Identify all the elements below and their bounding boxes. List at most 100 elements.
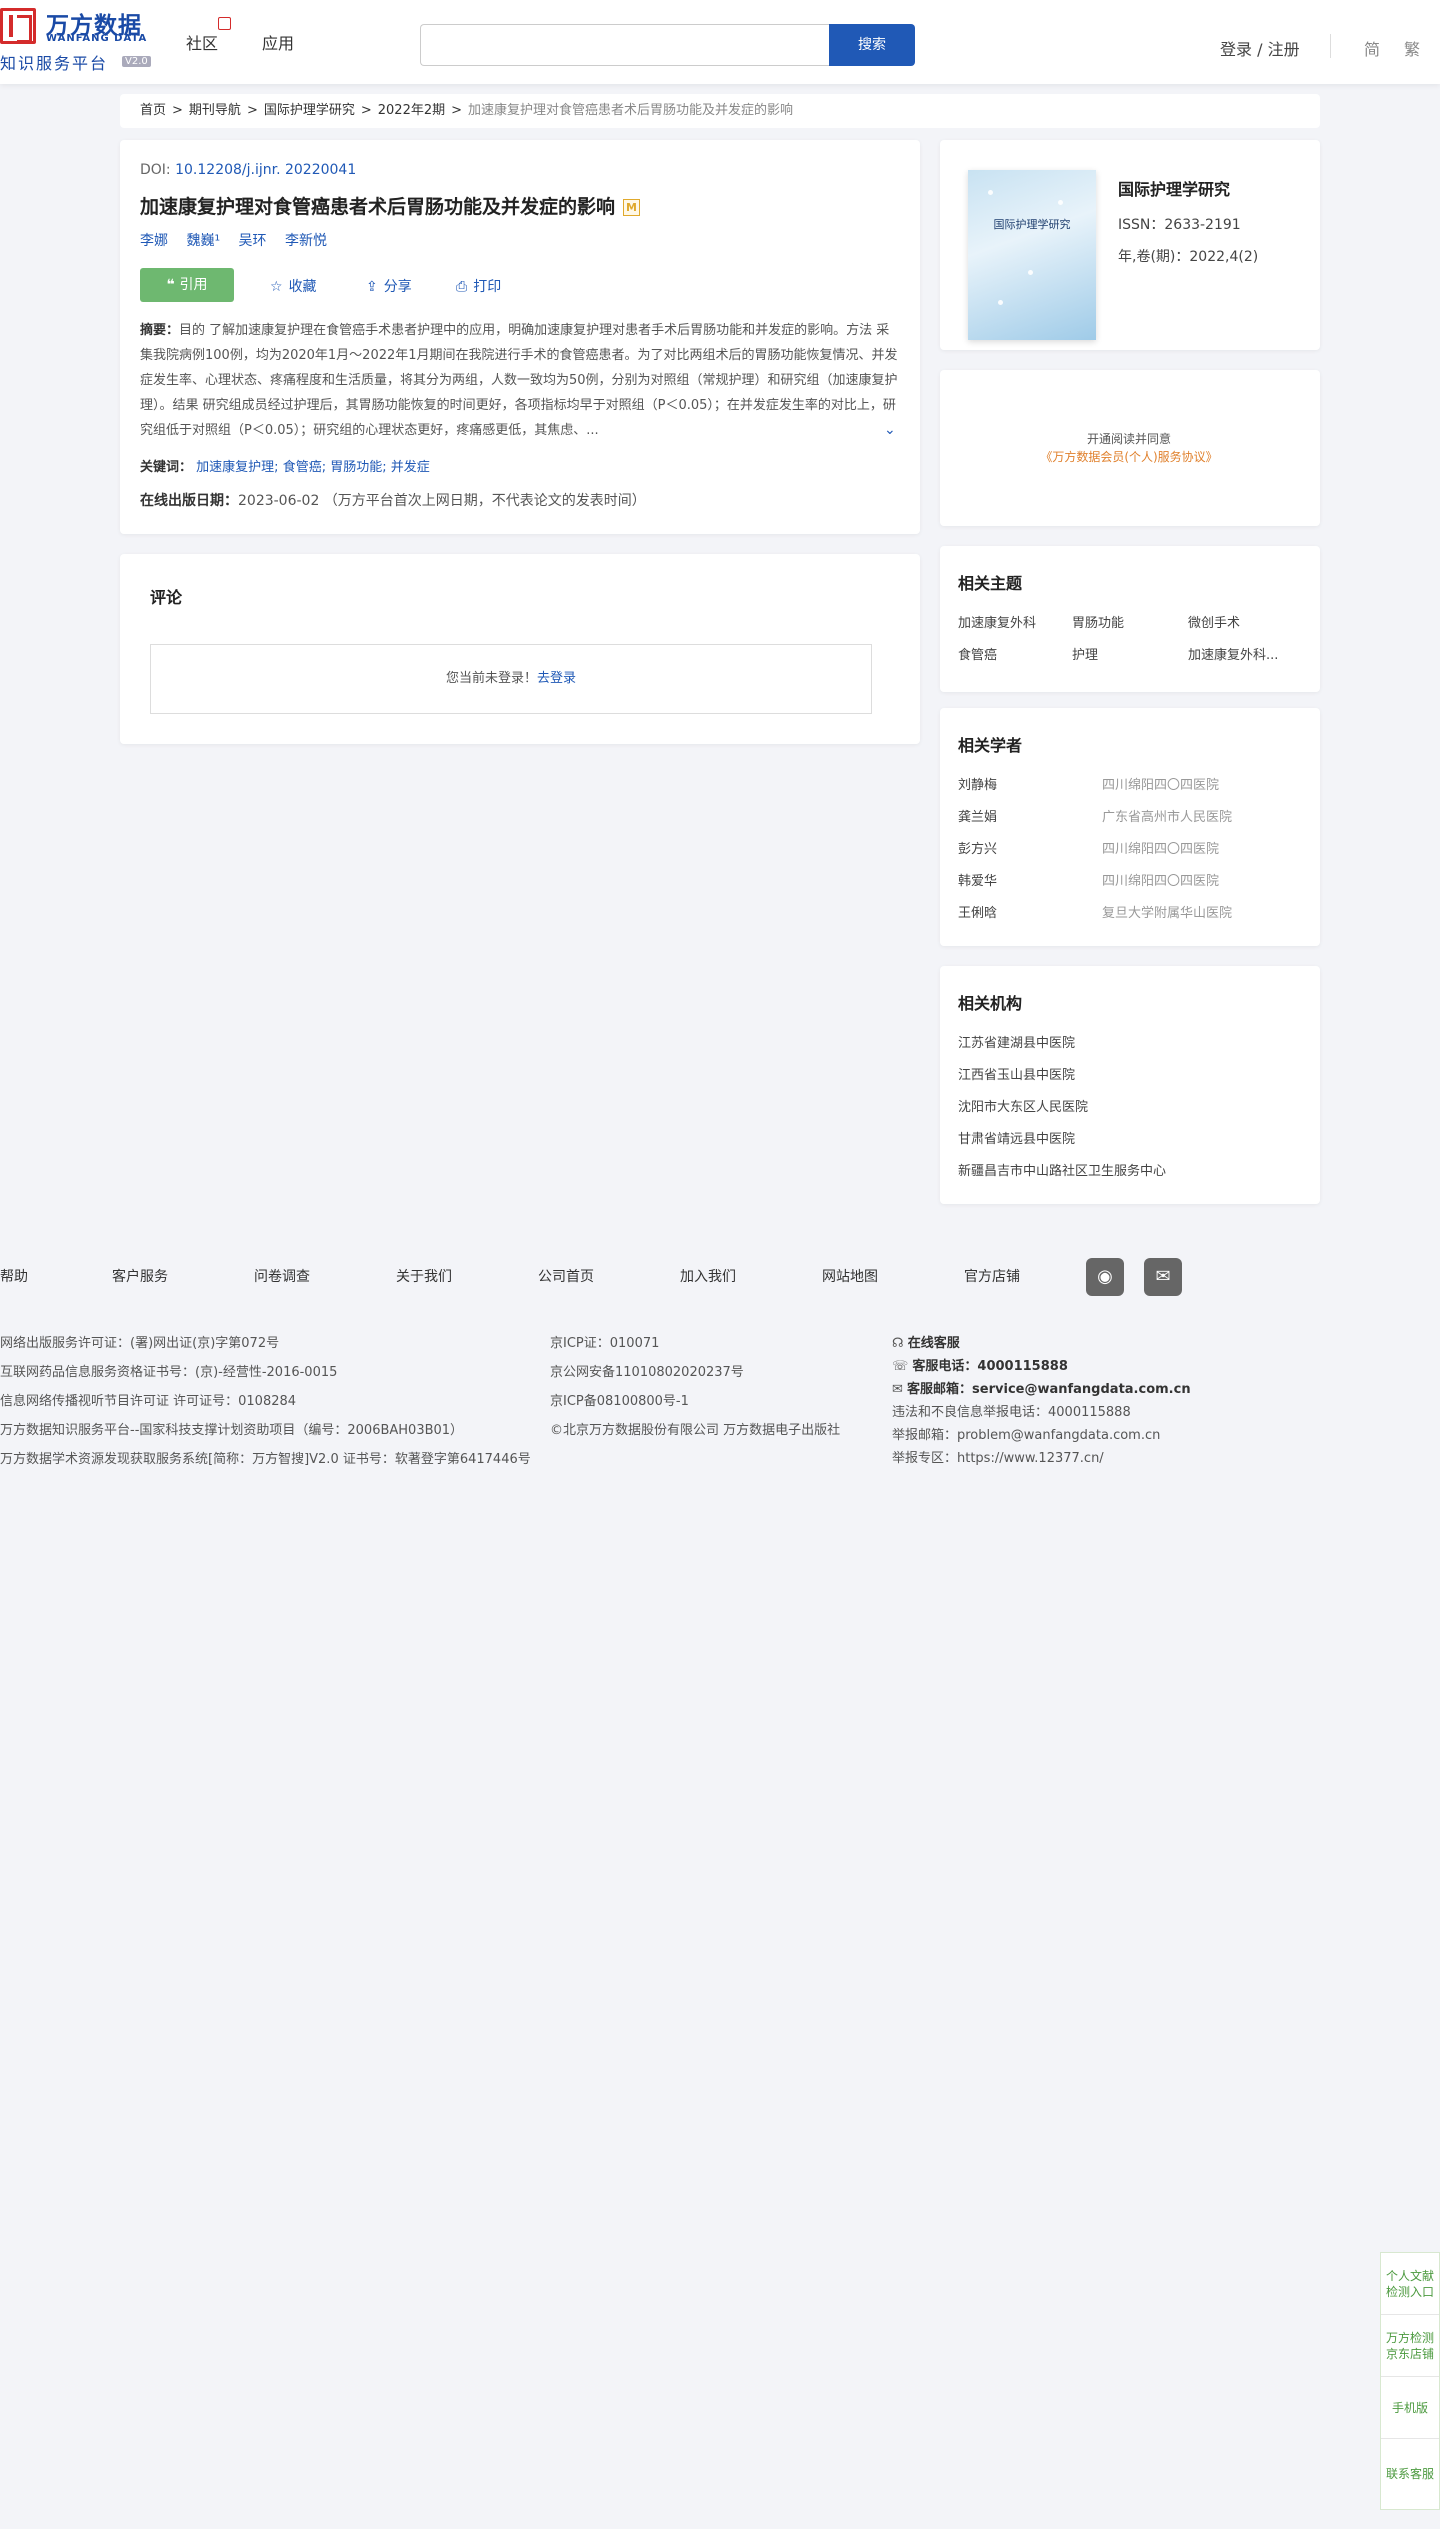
scholar-institution-link[interactable]: 复旦大学附属华山医院 [1102,902,1232,921]
cover-decoration [988,190,993,195]
comment-login-box: 您当前未登录！去登录 [150,644,872,714]
topic-link[interactable]: 食管癌 [958,644,997,663]
pubdate: 在线出版日期：2023-06-02 （万方平台首次上网日期，不代表论文的发表时间… [140,490,646,510]
nav-apps[interactable]: 应用 [262,30,294,54]
print-label: 打印 [473,279,502,295]
keyword-link[interactable]: 加速康复护理; [196,460,278,475]
contact-service-link[interactable]: 联系客服 [1381,2439,1439,2509]
logo-en-text: WANFANG DATA [46,33,148,44]
breadcrumb-current: 加速康复护理对食管癌患者术后胃肠功能及并发症的影响 [468,103,794,118]
report-site-link[interactable]: 举报专区：https://www.12377.cn/ [892,1447,1104,1466]
wanfang-logo[interactable]: 万方数据 WANFANG DATA 知识服务平台 V2.0 [0,6,160,73]
cite-button[interactable]: ❝ 引用 [140,268,234,302]
author-link[interactable]: 李娜 [140,233,168,249]
m-badge-icon: M [623,199,641,216]
footer-help-link[interactable]: 帮助 [0,1266,28,1286]
abstract: 摘要：目的 了解加速康复护理在食管癌手术患者护理中的应用，明确加速康复护理对患者… [140,318,900,443]
lang-traditional[interactable]: 繁 [1404,36,1420,60]
scholar-name-link[interactable]: 龚兰娟 [958,806,997,825]
logo-mark-icon [0,8,36,44]
topic-link[interactable]: 加速康复外科 [958,612,1036,631]
related-topics-title: 相关主题 [958,574,1023,593]
scholar-institution-link[interactable]: 四川绵阳四〇四医院 [1102,774,1219,793]
mobile-version-link[interactable]: 手机版 [1381,2377,1439,2439]
weibo-icon[interactable]: ◉ [1086,1258,1124,1296]
topic-link[interactable]: 护理 [1072,644,1098,663]
topic-link[interactable]: 加速康复外科... [1188,644,1278,663]
breadcrumb-issue[interactable]: 2022年2期 [378,103,445,118]
online-service-label: 在线客服 [907,1336,960,1351]
lang-simplified[interactable]: 简 [1364,36,1380,60]
institution-link[interactable]: 沈阳市大东区人民医院 [958,1096,1088,1115]
keyword-link[interactable]: 胃肠功能; [330,460,386,475]
phone-value: 4000115888 [977,1359,1068,1374]
author-link[interactable]: 吴环 [239,233,267,249]
topic-link[interactable]: 胃肠功能 [1072,612,1124,631]
search-input[interactable] [420,24,830,66]
go-login-link[interactable]: 去登录 [537,671,576,686]
journal-volume: 年,卷(期)：2022,4(2) [1118,249,1259,265]
nav-community[interactable]: 社区 [186,30,218,54]
footer-icp: 京ICP证：010071 [550,1336,660,1351]
favorite-label: 收藏 [288,279,317,295]
footer-license: 互联网药品信息服务资格证书号：(京)-经营性-2016-0015 [0,1365,338,1380]
floating-side-panel: 个人文献检测入口 万方检测京东店铺 手机版 联系客服 [1380,2252,1440,2510]
phone-label: 客服电话： [912,1359,978,1374]
cover-title: 国际护理学研究 [993,218,1071,231]
scholar-institution-link[interactable]: 四川绵阳四〇四医院 [1102,870,1219,889]
footer-license: 网络出版服务许可证：(署)网出证(京)字第072号 [0,1336,280,1351]
keyword-link[interactable]: 食管癌; [283,460,326,475]
author-link[interactable]: 李新悦 [285,233,327,249]
search-button[interactable]: 搜索 [829,24,915,66]
personal-detection-link[interactable]: 个人文献检测入口 [1381,2253,1439,2315]
breadcrumb-home[interactable]: 首页 [140,103,166,118]
scholar-name-link[interactable]: 王俐晗 [958,902,997,921]
journal-name[interactable]: 国际护理学研究 [1118,176,1230,200]
related-topics-card: 相关主题 加速康复外科 胃肠功能 微创手术 食管癌 护理 加速康复外科... [940,546,1320,692]
article-card: DOI: 10.12208/j.ijnr. 20220041 加速康复护理对食管… [120,140,920,534]
jd-shop-link[interactable]: 万方检测京东店铺 [1381,2315,1439,2377]
footer-license: 万方数据学术资源发现获取服务系统[简称：万方智搜]V2.0 证书号：软著登字第6… [0,1452,531,1467]
institution-link[interactable]: 新疆昌吉市中山路社区卫生服务中心 [958,1160,1166,1179]
footer-license: 万方数据知识服务平台--国家科技支撑计划资助项目（编号：2006BAH03B01… [0,1423,464,1438]
online-service-link[interactable]: ☊ 在线客服 [892,1332,960,1351]
footer-about-link[interactable]: 关于我们 [396,1266,452,1286]
share-icon: ⇪ [366,279,378,295]
author-list: 李娜 魏巍¹ 吴环 李新悦 [140,230,341,250]
journal-cover[interactable]: 国际护理学研究 [968,170,1096,340]
topic-link[interactable]: 微创手术 [1188,612,1240,631]
print-icon: ⎙ [456,279,468,295]
footer-survey-link[interactable]: 问卷调查 [254,1266,310,1286]
footer-license: 信息网络传播视听节目许可证 许可证号：0108284 [0,1394,297,1409]
scholar-institution-link[interactable]: 四川绵阳四〇四医院 [1102,838,1219,857]
wechat-icon[interactable]: ✉ [1144,1258,1182,1296]
author-link[interactable]: 魏巍¹ [186,233,220,249]
footer-join-link[interactable]: 加入我们 [680,1266,736,1286]
footer-icp: 京公网安备11010802020237号 [550,1365,744,1380]
footer-shop-link[interactable]: 官方店铺 [964,1266,1020,1286]
cover-decoration [998,300,1003,305]
email-label: 客服邮箱： [907,1382,973,1397]
breadcrumb-journal-nav[interactable]: 期刊导航 [189,103,241,118]
favorite-button[interactable]: ☆ 收藏 [270,276,317,296]
scholar-name-link[interactable]: 韩爱华 [958,870,997,889]
institution-link[interactable]: 甘肃省靖远县中医院 [958,1128,1075,1147]
print-button[interactable]: ⎙ 打印 [456,276,501,296]
institution-link[interactable]: 江西省玉山县中医院 [958,1064,1075,1083]
breadcrumb-journal[interactable]: 国际护理学研究 [264,103,355,118]
login-register-link[interactable]: 登录 / 注册 [1220,36,1300,60]
footer-service-link[interactable]: 客户服务 [112,1266,168,1286]
phone-icon: ☏ [892,1359,913,1374]
scholar-institution-link[interactable]: 广东省高州市人民医院 [1102,806,1232,825]
footer-company-link[interactable]: 公司首页 [538,1266,594,1286]
journal-issn: ISSN：2633-2191 [1118,217,1241,233]
expand-abstract-icon[interactable]: ⌄ [884,422,896,438]
service-agreement-link[interactable]: 《万方数据会员(个人)服务协议》 [1040,450,1217,464]
scholar-name-link[interactable]: 刘静梅 [958,774,997,793]
keyword-link[interactable]: 并发症 [391,460,430,475]
institution-link[interactable]: 江苏省建湖县中医院 [958,1032,1075,1051]
footer-sitemap-link[interactable]: 网站地图 [822,1266,878,1286]
share-button[interactable]: ⇪ 分享 [366,276,412,296]
scholar-name-link[interactable]: 彭方兴 [958,838,997,857]
doi-link[interactable]: 10.12208/j.ijnr. 20220041 [175,162,356,178]
